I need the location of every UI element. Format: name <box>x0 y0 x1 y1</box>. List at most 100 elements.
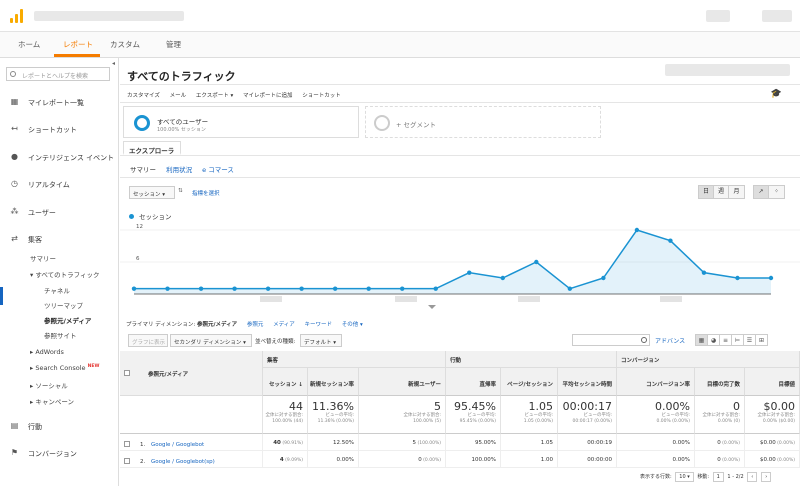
sub-adwords[interactable]: ▸ AdWords <box>30 348 64 356</box>
week-button[interactable]: 週 <box>714 186 729 198</box>
column-header[interactable]: コンバージョン率 <box>617 368 695 396</box>
data-point[interactable] <box>131 286 137 291</box>
account-menu-redacted[interactable] <box>762 10 792 22</box>
sub-search-console[interactable]: ▸ Search Console NEW <box>30 364 99 372</box>
tab-home[interactable]: ホーム <box>18 39 40 50</box>
data-point[interactable] <box>634 227 640 233</box>
data-point[interactable] <box>332 286 338 291</box>
table-search-input[interactable] <box>572 334 650 346</box>
subtab-ecommerce[interactable]: e コマース <box>202 166 234 174</box>
data-point[interactable] <box>232 286 237 291</box>
rows-per-page-select[interactable]: 10 ▾ <box>675 472 694 482</box>
sidebar-item-acquisition[interactable]: ⇄ 集客 <box>0 233 119 247</box>
data-point[interactable] <box>567 286 573 291</box>
data-point[interactable] <box>601 275 606 281</box>
dim-link-medium[interactable]: メディア <box>273 322 295 328</box>
dim-link-source[interactable]: 参照元 <box>247 322 264 328</box>
date-range-redacted[interactable] <box>665 64 790 76</box>
customize-button[interactable]: カスタマイズ <box>127 93 160 99</box>
analytics-logo[interactable] <box>10 9 24 23</box>
user-menu-redacted[interactable] <box>706 10 730 22</box>
tab-explorer[interactable]: エクスプローラ <box>123 141 181 155</box>
row-checkbox[interactable] <box>124 441 130 447</box>
column-header[interactable]: 目標の完了数 <box>695 368 745 396</box>
sidebar-item-realtime[interactable]: ◷ リアルタイム <box>0 178 119 192</box>
subtab-usage[interactable]: 利用状況 <box>166 166 192 174</box>
sidebar-item-intelligence[interactable]: ● インテリジェンス イベント <box>0 151 119 165</box>
data-point[interactable] <box>534 259 539 265</box>
sub-channel[interactable]: チャネル <box>44 285 70 295</box>
day-button[interactable]: 日 <box>699 186 714 198</box>
column-header[interactable]: 新規セッション率 <box>308 368 359 396</box>
tab-custom[interactable]: カスタム <box>110 39 140 50</box>
data-point[interactable] <box>265 286 271 291</box>
month-button[interactable]: 月 <box>729 186 744 198</box>
select-all-checkbox[interactable] <box>124 370 130 376</box>
sidebar-item-users[interactable]: ⁂ ユーザー <box>0 206 119 220</box>
metric-dropdown[interactable]: セッション ▾ <box>129 186 175 199</box>
data-point[interactable] <box>735 275 740 281</box>
column-header[interactable]: セッション ↓ <box>263 368 308 396</box>
subtab-summary[interactable]: サマリー <box>130 166 156 174</box>
sub-social[interactable]: ▸ ソーシャル <box>30 380 68 390</box>
segment-all-users[interactable]: すべてのユーザー 100.00% セッション <box>123 106 359 138</box>
tab-admin[interactable]: 管理 <box>166 39 181 50</box>
shortcut-button[interactable]: ショートカット <box>302 93 341 99</box>
sidebar-item-behavior[interactable]: ▤ 行動 <box>0 420 119 434</box>
advanced-filter-link[interactable]: アドバンス <box>655 336 685 345</box>
line-chart-icon[interactable]: ↗ <box>754 186 769 198</box>
table-row[interactable]: 2. Google / Googlebot(sp) <box>120 451 263 468</box>
sessions-chart[interactable]: 6 12 <box>120 218 800 313</box>
data-point[interactable] <box>198 286 204 291</box>
chart-expand-icon[interactable] <box>428 305 436 309</box>
prev-page-button[interactable]: ‹ <box>747 472 758 482</box>
sidebar-item-shortcuts[interactable]: ↤ ショートカット <box>0 123 119 137</box>
column-header[interactable]: 直帰率 <box>446 368 501 396</box>
column-header[interactable]: ページ/セッション <box>501 368 558 396</box>
data-point[interactable] <box>400 286 405 291</box>
search-input[interactable]: レポートとヘルプを検索 <box>6 67 110 81</box>
email-button[interactable]: メール <box>170 93 187 99</box>
column-header[interactable]: 目標値 <box>745 368 800 396</box>
motion-chart-icon[interactable]: ⁘ <box>769 186 784 198</box>
data-point[interactable] <box>366 286 371 291</box>
sub-referral-medium[interactable]: 参照元/メディア <box>44 315 91 325</box>
graduation-cap-icon[interactable]: 🎓 <box>771 89 782 99</box>
next-page-button[interactable]: › <box>761 472 772 482</box>
data-point[interactable] <box>299 286 304 291</box>
sub-summary[interactable]: サマリー <box>30 253 56 263</box>
collapse-sidebar-icon[interactable]: ◂ <box>112 60 118 68</box>
data-point[interactable] <box>467 270 472 275</box>
add-to-dashboard-button[interactable]: マイレポートに追加 <box>243 93 293 99</box>
pivot-view-icon[interactable]: ⊞ <box>755 334 768 346</box>
column-header[interactable]: 新規ユーザー <box>359 368 446 396</box>
select-metric-link[interactable]: 指標を選択 <box>192 189 220 197</box>
sub-campaign[interactable]: ▸ キャンペーン <box>30 396 74 406</box>
dim-link-keyword[interactable]: キーワード <box>304 322 332 328</box>
sidebar-item-conversions[interactable]: ⚑ コンバージョン <box>0 447 119 461</box>
row-dimension-link[interactable]: Google / Googlebot(sp) <box>151 459 215 465</box>
sub-all-traffic[interactable]: ▾ すべてのトラフィック <box>30 269 99 279</box>
sub-referral-site[interactable]: 参照サイト <box>44 330 77 340</box>
data-point[interactable] <box>165 286 170 291</box>
dim-link-other[interactable]: その他 ▾ <box>342 322 363 328</box>
data-point[interactable] <box>668 238 673 243</box>
column-header[interactable]: 平均セッション時間 <box>558 368 617 396</box>
sort-type-dropdown[interactable]: デフォルト ▾ <box>300 334 342 347</box>
tab-reports[interactable]: レポート <box>63 39 93 50</box>
sub-treemap[interactable]: ツリーマップ <box>44 300 83 310</box>
data-point[interactable] <box>701 270 707 275</box>
data-point[interactable] <box>768 275 774 281</box>
data-point[interactable] <box>500 275 505 281</box>
goto-input[interactable]: 1 <box>712 472 724 482</box>
secondary-dimension-dropdown[interactable]: セカンダリ ディメンション ▾ <box>170 334 252 347</box>
dim-column-header[interactable]: 参照元/メディア <box>148 370 188 378</box>
sidebar-item-dashboards[interactable]: ▦ マイレポート一覧 <box>0 96 119 110</box>
table-row[interactable]: 1. Google / Googlebot <box>120 434 263 451</box>
plot-rows-button[interactable]: グラフに表示 <box>128 334 168 347</box>
data-point[interactable] <box>433 286 438 291</box>
export-button[interactable]: エクスポート ▾ <box>196 93 233 99</box>
row-dimension-link[interactable]: Google / Googlebot <box>151 442 204 448</box>
row-checkbox[interactable] <box>124 458 130 464</box>
add-segment[interactable]: + セグメント <box>365 106 601 138</box>
